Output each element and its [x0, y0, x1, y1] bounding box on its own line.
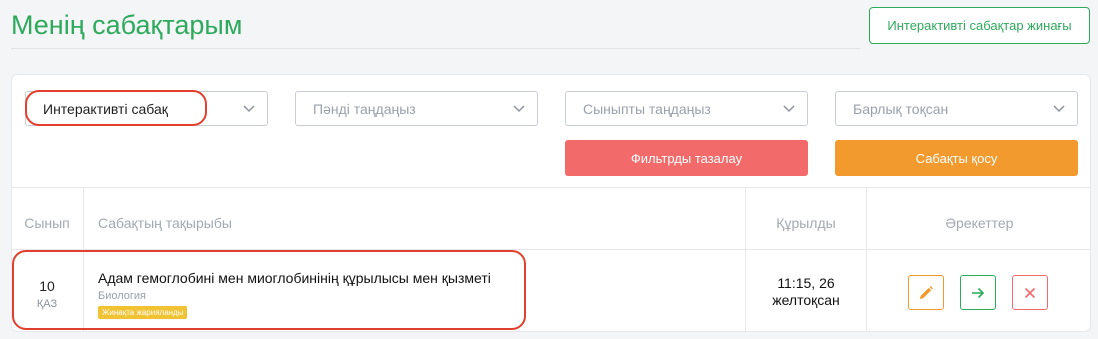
lesson-title-link[interactable]: Адам гемоглобині мен миоглобинінің құрыл… [98, 270, 491, 286]
quarter-select-placeholder: Барлық тоқсан [853, 100, 949, 117]
subject-select[interactable]: Пәнді таңдаңыз [295, 91, 538, 126]
grade-select[interactable]: Сыныпты таңдаңыз [565, 91, 808, 126]
edit-button[interactable] [908, 275, 944, 310]
lesson-subject: Биология [98, 290, 147, 302]
page-title: Менің сабақтарым [11, 10, 243, 40]
interactive-lessons-collection-button[interactable]: Интерактивті сабақтар жинағы [869, 7, 1090, 44]
add-lesson-button[interactable]: Сабақты қосу [835, 140, 1078, 176]
pencil-icon [918, 285, 934, 301]
column-divider [745, 188, 746, 331]
row-language: ҚАЗ [36, 298, 58, 310]
column-header-created[interactable]: Құрылды [746, 215, 866, 231]
created-at: 11:15, 26 желтоқсан [746, 275, 866, 309]
subject-select-placeholder: Пәнді таңдаңыз [313, 100, 416, 117]
created-time: 11:15, 26 [777, 275, 835, 291]
clear-filters-button[interactable]: Фильтрды тазалау [565, 140, 808, 176]
open-lesson-button[interactable] [960, 275, 996, 310]
column-divider [83, 188, 84, 331]
published-badge: Жинақта жарияланды [98, 306, 188, 319]
column-header-actions: Әрекеттер [945, 215, 1014, 231]
arrow-right-icon [970, 285, 986, 301]
column-header-grade[interactable]: Сынып [12, 215, 82, 231]
table-header-divider [12, 187, 1090, 188]
created-date: желтоқсан [772, 292, 840, 308]
chevron-down-icon [1052, 101, 1066, 115]
chevron-down-icon [242, 101, 256, 115]
quarter-select[interactable]: Барлық тоқсан [835, 91, 1078, 126]
close-icon [1022, 285, 1038, 301]
lesson-type-select-value: Интерактивті сабақ [43, 100, 168, 117]
grade-select-placeholder: Сыныпты таңдаңыз [583, 100, 711, 117]
chevron-down-icon [782, 101, 796, 115]
column-header-title[interactable]: Сабақтың тақырыбы [98, 215, 232, 231]
row-grade: 10 [39, 278, 55, 294]
table-row-divider [12, 249, 1090, 250]
header-divider [11, 48, 860, 49]
column-divider [866, 188, 867, 331]
lesson-type-select[interactable]: Интерактивті сабақ [25, 91, 268, 126]
chevron-down-icon [512, 101, 526, 115]
lessons-card: Интерактивті сабақ Пәнді таңдаңыз Сыныпт… [11, 74, 1091, 332]
delete-button[interactable] [1012, 275, 1048, 310]
